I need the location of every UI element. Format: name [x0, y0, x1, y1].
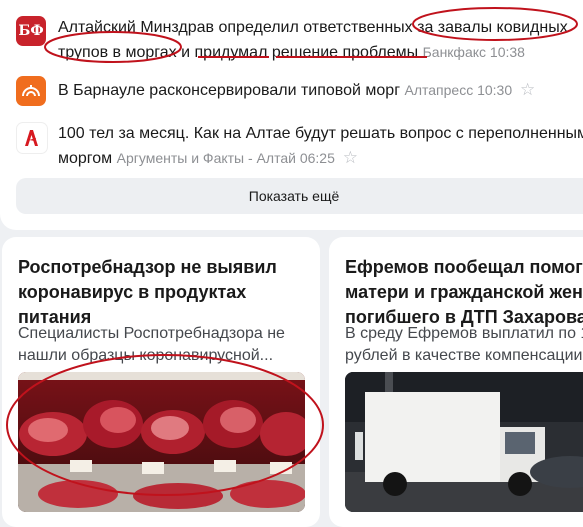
news-headline[interactable]: В Барнауле расконсервировали типовой мор… — [58, 78, 583, 103]
altapress-logo-icon — [16, 76, 46, 106]
card-title[interactable]: Роспотребнадзор не выявил коронавирус в … — [18, 255, 308, 330]
bankfax-logo-icon: БФ — [16, 16, 46, 46]
news-meta: Аргументы и Факты - Алтай 06:25 — [116, 150, 335, 166]
card-title[interactable]: Ефремов пообещал помогать матери и гражд… — [345, 255, 583, 330]
show-more-button[interactable]: Показать ещё — [16, 178, 583, 214]
news-headline[interactable]: Алтайский Минздрав определил ответственн… — [58, 16, 583, 65]
accident-van-image[interactable] — [345, 372, 583, 512]
news-card[interactable]: Ефремов пообещал помогать матери и гражд… — [329, 237, 583, 527]
aif-logo-icon — [16, 122, 48, 154]
news-card[interactable]: Роспотребнадзор не выявил коронавирус в … — [2, 237, 320, 527]
star-icon[interactable]: ☆ — [520, 80, 535, 99]
news-headline[interactable]: 100 тел за месяц. Как на Алтае будут реш… — [58, 122, 583, 171]
card-desc: В среду Ефремов выплатил по 1 рублей в к… — [345, 325, 583, 364]
news-meta: Алтапресс 10:30 — [404, 82, 513, 98]
news-meta: Банкфакс 10:38 — [422, 44, 525, 60]
meat-counter-image[interactable] — [18, 372, 305, 512]
card-desc: Специалисты Роспотребнадзора не нашли об… — [18, 325, 285, 364]
star-icon[interactable]: ☆ — [343, 148, 358, 167]
